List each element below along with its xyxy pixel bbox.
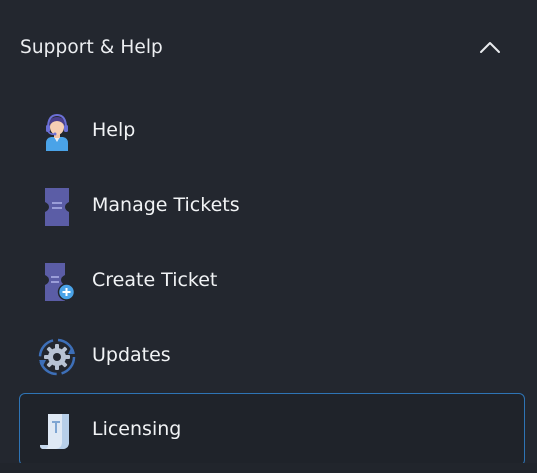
support-help-section-header[interactable]: Support & Help [0,20,537,76]
menu-item-label: Help [92,119,136,141]
menu-item-licensing[interactable]: Licensing [19,393,525,466]
menu-item-updates[interactable]: Updates [19,319,525,392]
chevron-up-icon[interactable] [478,38,502,56]
section-title: Support & Help [20,37,163,58]
support-agent-icon [38,113,76,151]
ticket-icon [38,188,76,226]
gear-update-icon [38,338,76,376]
support-help-panel: Support & Help Help Manage Tickets Creat… [0,0,537,473]
menu-item-label: Updates [92,344,171,366]
menu-item-help[interactable]: Help [19,94,525,167]
menu-item-label: Manage Tickets [92,194,240,216]
menu-item-create-ticket[interactable]: Create Ticket [19,244,525,317]
license-scroll-icon [38,412,76,450]
menu-item-label: Licensing [92,418,182,440]
menu-item-label: Create Ticket [92,269,218,291]
bottom-divider [0,463,537,473]
menu-item-manage-tickets[interactable]: Manage Tickets [19,169,525,242]
ticket-add-icon [38,263,76,301]
